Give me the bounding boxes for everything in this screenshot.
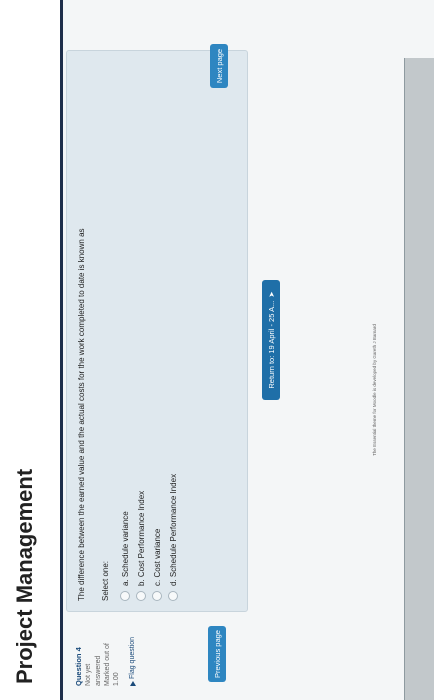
question-info: Question 4 Not yet answered Marked out o…	[74, 620, 137, 686]
return-link-button[interactable]: Return to: 19 April - 25 A... ➤	[262, 280, 280, 400]
next-page-button[interactable]: Next page	[210, 44, 228, 88]
question-state-line-1: Not yet	[85, 663, 93, 686]
previous-page-button[interactable]: Previous page	[208, 626, 226, 682]
answer-option-label: c. Cost variance	[152, 528, 162, 586]
flag-question-label: Flag question	[128, 636, 136, 679]
flag-question-link[interactable]: Flag question	[128, 620, 137, 686]
select-one-label: Select one:	[101, 560, 110, 601]
question-box: The difference between the earned value …	[66, 50, 248, 612]
question-marks-line-2: 1.00	[113, 672, 121, 686]
flag-icon	[129, 681, 136, 686]
quiz-page: Project Management Question 4 Not yet an…	[0, 0, 434, 700]
question-marks-line-1: Marked out of	[104, 643, 111, 686]
answer-option-b[interactable]: b. Cost Performance Index	[133, 474, 149, 601]
answer-option-label: a. Schedule variance	[120, 511, 130, 586]
question-text: The difference between the earned value …	[77, 228, 86, 601]
answer-option-c[interactable]: c. Cost variance	[149, 474, 165, 601]
answer-option-d[interactable]: d. Schedule Performance Index	[165, 474, 181, 601]
arrow-right-icon: ➤	[266, 291, 276, 298]
header-rule	[60, 0, 63, 700]
radio-button[interactable]	[136, 591, 146, 601]
footer-credit: The Essential theme for Moodle is develo…	[372, 324, 377, 456]
return-label: Return to: 19 April - 25 A...	[266, 300, 276, 389]
radio-button[interactable]	[168, 591, 178, 601]
page-title: Project Management	[12, 468, 37, 684]
question-number: Question 4	[74, 647, 83, 686]
screen-edge	[404, 58, 434, 700]
answer-options: a. Schedule variance b. Cost Performance…	[117, 474, 181, 601]
answer-option-label: d. Schedule Performance Index	[168, 473, 178, 586]
answer-option-a[interactable]: a. Schedule variance	[117, 474, 133, 601]
answer-option-label: b. Cost Performance Index	[136, 490, 146, 586]
radio-button[interactable]	[120, 591, 130, 601]
radio-button[interactable]	[152, 591, 162, 601]
page-header: Project Management	[0, 0, 60, 700]
question-state-line-2: answered	[94, 655, 102, 686]
